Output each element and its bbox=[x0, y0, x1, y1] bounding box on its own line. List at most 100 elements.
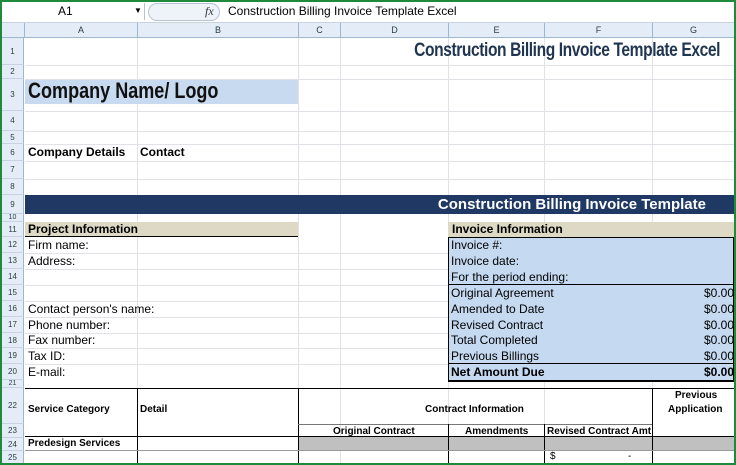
dash-value[interactable]: - bbox=[628, 451, 631, 462]
field-email: E-mail: bbox=[28, 365, 66, 379]
formula-input[interactable]: Construction Billing Invoice Template Ex… bbox=[228, 4, 457, 18]
border-line bbox=[25, 236, 298, 237]
row-header[interactable]: 22 bbox=[2, 388, 24, 424]
column-header-b[interactable]: B bbox=[138, 23, 299, 38]
predesign-services-label: Predesign Services bbox=[28, 438, 121, 449]
project-info-header: Project Information bbox=[28, 222, 139, 236]
border-line bbox=[448, 380, 734, 382]
row-header[interactable]: 24 bbox=[2, 438, 24, 451]
amount-value[interactable]: $0.00 bbox=[704, 349, 734, 363]
original-contract-header: Original Contract bbox=[333, 426, 415, 437]
net-amount-value[interactable]: $0.00 bbox=[704, 365, 734, 379]
border-line bbox=[652, 388, 653, 463]
field-invoice-number: Invoice #: bbox=[451, 238, 503, 252]
row-header[interactable]: 21 bbox=[2, 380, 24, 388]
function-icon[interactable]: fx bbox=[205, 4, 214, 19]
application-header: Application bbox=[668, 404, 723, 415]
row-header[interactable]: 11 bbox=[2, 222, 24, 237]
chevron-down-icon[interactable]: ▼ bbox=[134, 6, 142, 15]
contract-information-header: Contract Information bbox=[425, 404, 524, 415]
sheet-title: Construction Billing Invoice Template Ex… bbox=[414, 40, 720, 61]
amount-label: Previous Billings bbox=[451, 349, 540, 363]
row-header[interactable]: 6 bbox=[2, 144, 24, 161]
gridline bbox=[340, 38, 341, 463]
field-address: Address: bbox=[28, 254, 76, 268]
detail-header: Detail bbox=[140, 404, 168, 415]
row-header[interactable]: 18 bbox=[2, 333, 24, 348]
row-header[interactable]: 16 bbox=[2, 301, 24, 317]
row-header[interactable]: 9 bbox=[2, 195, 24, 214]
row-header[interactable]: 14 bbox=[2, 269, 24, 285]
gridline bbox=[25, 111, 734, 112]
amendments-header: Amendments bbox=[465, 426, 529, 437]
service-category-header: Service Category bbox=[28, 404, 110, 415]
column-header-f[interactable]: F bbox=[545, 23, 653, 38]
border-line bbox=[448, 363, 734, 364]
row-header[interactable]: 2 bbox=[2, 65, 24, 79]
row-header[interactable]: 3 bbox=[2, 79, 24, 111]
column-header-e[interactable]: E bbox=[449, 23, 545, 38]
field-contact-person: Contact person's name: bbox=[28, 302, 155, 316]
row-header[interactable]: 13 bbox=[2, 253, 24, 269]
currency-symbol: $ bbox=[550, 451, 556, 462]
row-header[interactable]: 12 bbox=[2, 237, 24, 253]
column-header-a[interactable]: A bbox=[25, 23, 138, 38]
invoice-info-header: Invoice Information bbox=[452, 222, 563, 236]
amount-label: Amended to Date bbox=[451, 302, 545, 316]
column-header-g[interactable]: G bbox=[653, 23, 734, 38]
select-all-corner[interactable] bbox=[2, 23, 25, 38]
border-line bbox=[298, 424, 652, 425]
field-firm-name: Firm name: bbox=[28, 238, 89, 252]
gridline bbox=[25, 161, 734, 162]
row-header[interactable]: 8 bbox=[2, 179, 24, 195]
field-period-ending: For the period ending: bbox=[451, 270, 569, 284]
gridline bbox=[25, 179, 734, 180]
spreadsheet-window: A1 ▼ fx Construction Billing Invoice Tem… bbox=[0, 0, 736, 465]
previous-header: Previous bbox=[675, 390, 718, 401]
border-line bbox=[448, 284, 734, 285]
banner-title: Construction Billing Invoice Template bbox=[437, 196, 706, 213]
gridline bbox=[25, 131, 734, 132]
row-header[interactable]: 15 bbox=[2, 285, 24, 301]
insert-function-control[interactable]: fx bbox=[148, 3, 220, 21]
row-header[interactable]: 19 bbox=[2, 348, 24, 364]
shaded-cell bbox=[299, 437, 448, 450]
shaded-cell bbox=[545, 437, 652, 450]
amount-label: Total Completed bbox=[451, 333, 538, 347]
gridline bbox=[25, 144, 734, 145]
row-header[interactable]: 1 bbox=[2, 38, 24, 65]
row-header[interactable]: 7 bbox=[2, 161, 24, 179]
company-details-label: Company Details bbox=[28, 145, 126, 159]
amount-value[interactable]: $0.00 bbox=[704, 318, 734, 332]
contact-label: Contact bbox=[140, 145, 185, 159]
revised-contract-header: Revised Contract Amt bbox=[547, 426, 652, 437]
row-header[interactable]: 5 bbox=[2, 131, 24, 144]
net-amount-label: Net Amount Due bbox=[451, 365, 545, 379]
row-header[interactable]: 4 bbox=[2, 111, 24, 131]
column-header-c[interactable]: C bbox=[299, 23, 341, 38]
row-header[interactable]: 23 bbox=[2, 424, 24, 438]
field-invoice-date: Invoice date: bbox=[451, 254, 520, 268]
shaded-cell bbox=[653, 437, 734, 450]
name-box[interactable]: A1 ▼ bbox=[2, 3, 145, 20]
border-line bbox=[137, 388, 138, 463]
row-header[interactable]: 10 bbox=[2, 214, 24, 222]
field-phone: Phone number: bbox=[28, 318, 111, 332]
amount-value[interactable]: $0.00 bbox=[704, 286, 734, 300]
border-line bbox=[25, 388, 734, 389]
amount-label: Original Agreement bbox=[451, 286, 554, 300]
column-header-d[interactable]: D bbox=[341, 23, 449, 38]
row-header[interactable]: 25 bbox=[2, 451, 24, 463]
border-line bbox=[298, 388, 299, 463]
company-name[interactable]: Company Name/ Logo bbox=[28, 78, 218, 104]
amount-value[interactable]: $0.00 bbox=[704, 302, 734, 316]
field-tax-id: Tax ID: bbox=[28, 349, 66, 363]
shaded-cell bbox=[449, 437, 544, 450]
row-header[interactable]: 17 bbox=[2, 317, 24, 333]
name-box-value: A1 bbox=[58, 4, 73, 18]
row-header[interactable]: 20 bbox=[2, 364, 24, 380]
formula-bar: A1 ▼ fx Construction Billing Invoice Tem… bbox=[2, 2, 734, 23]
invoice-banner: Construction Billing Invoice Template bbox=[25, 195, 734, 214]
amount-value[interactable]: $0.00 bbox=[704, 333, 734, 347]
amount-label: Revised Contract bbox=[451, 318, 544, 332]
